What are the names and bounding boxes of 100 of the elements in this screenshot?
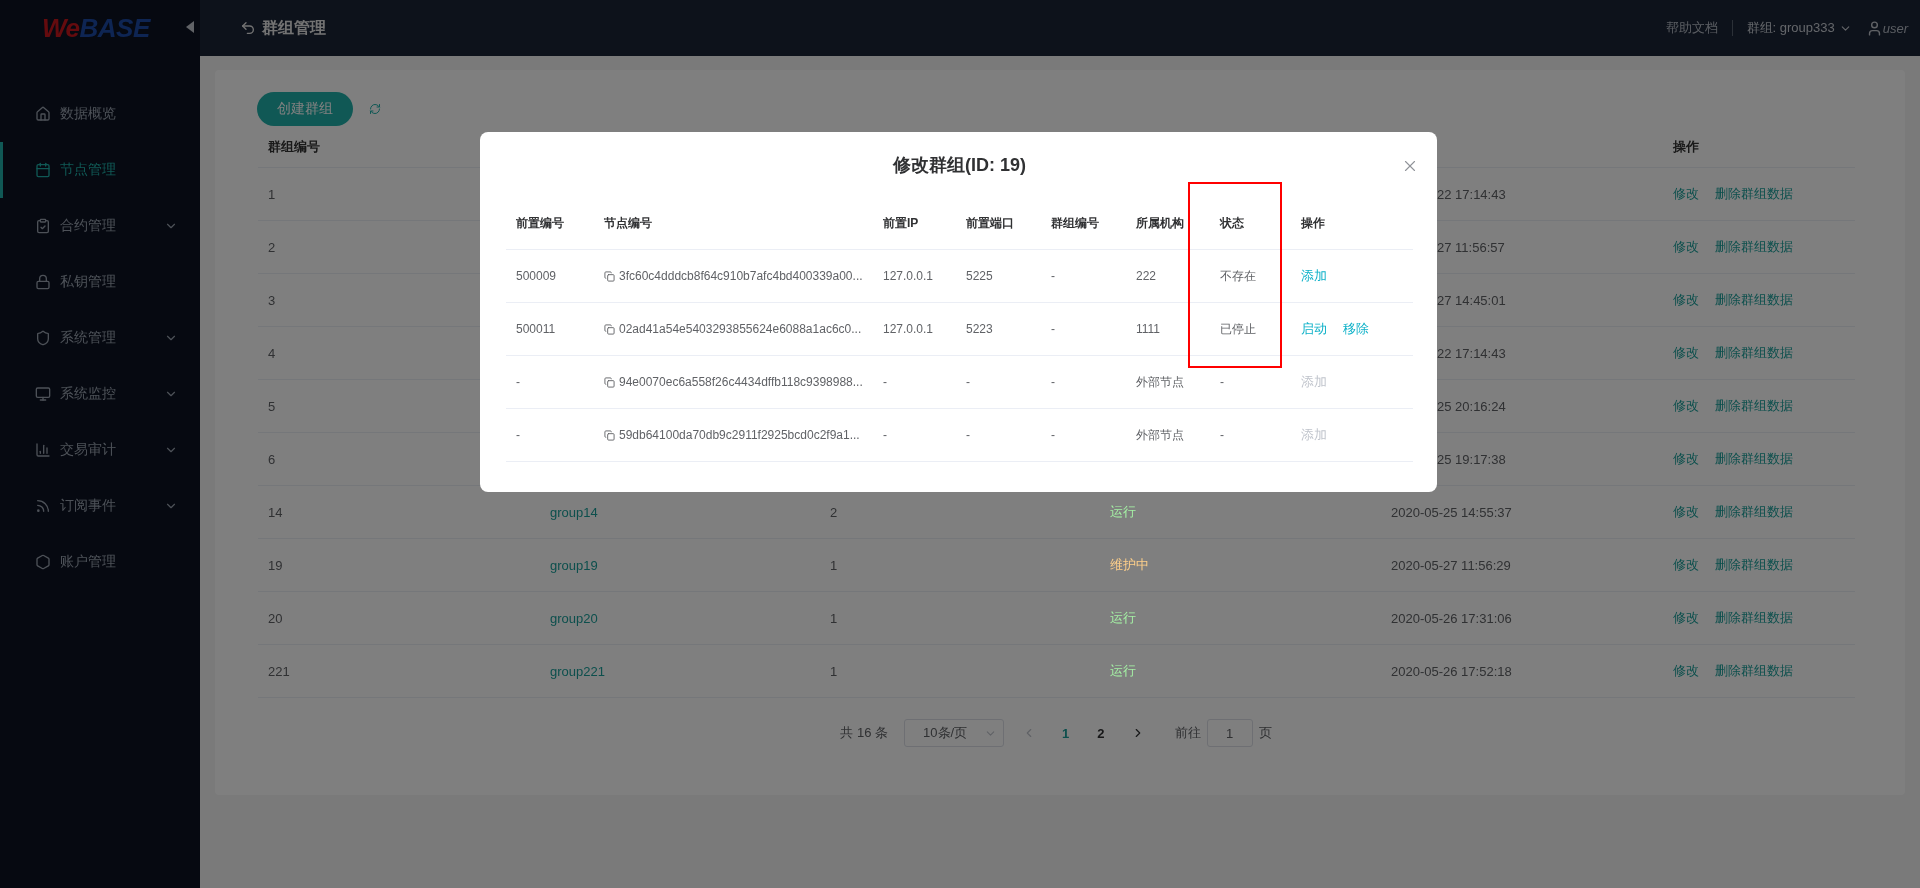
action-link[interactable]: 删除群组数据 [1715, 609, 1793, 627]
table-cell: - [1041, 303, 1126, 356]
action-link[interactable]: 修改 [1673, 238, 1699, 256]
hexagon-icon [35, 554, 51, 570]
help-link[interactable]: 帮助文档 [1665, 19, 1718, 37]
table-cell: 221 [258, 645, 540, 698]
column-header: 前置编号 [506, 198, 594, 250]
action-link[interactable]: 删除群组数据 [1715, 238, 1793, 256]
table-cell: 外部节点 [1126, 356, 1210, 409]
sidebar-item[interactable]: 节点管理 [0, 142, 200, 198]
group-selector[interactable]: 群组: group333 [1746, 19, 1852, 37]
sidebar-item[interactable]: 订阅事件 [0, 478, 200, 534]
action-link[interactable]: 添加 [1301, 267, 1327, 285]
page-size-select[interactable]: 10条/页 [904, 719, 1005, 747]
column-header: 前置端口 [956, 198, 1041, 250]
action-link[interactable]: 修改 [1673, 556, 1699, 574]
table-cell: - [956, 409, 1041, 462]
table-cell: 5223 [956, 303, 1041, 356]
table-cell: - [506, 409, 594, 462]
calendar-icon [35, 162, 51, 178]
sidebar-item[interactable]: 系统管理 [0, 310, 200, 366]
action-link[interactable]: 修改 [1673, 397, 1699, 415]
refresh-icon[interactable] [369, 103, 381, 115]
action-link[interactable]: 修改 [1673, 503, 1699, 521]
action-link[interactable]: 删除群组数据 [1715, 185, 1793, 203]
home-icon [35, 106, 51, 122]
status-text: 运行 [1110, 662, 1136, 680]
monitor-icon [35, 386, 51, 402]
table-cell: - [1041, 409, 1126, 462]
table-cell: 1 [830, 663, 838, 679]
sidebar-item[interactable]: 交易审计 [0, 422, 200, 478]
column-header: 节点编号 [594, 198, 873, 250]
create-group-button[interactable]: 创建群组 [257, 92, 353, 126]
group-link[interactable]: group221 [550, 663, 605, 679]
status-text: 运行 [1110, 503, 1136, 521]
bar-chart-icon [35, 442, 51, 458]
table-cell: - [956, 356, 1041, 409]
table-cell: 2020-05-26 17:52:18 [1391, 663, 1512, 679]
action-link[interactable]: 删除群组数据 [1715, 662, 1793, 680]
group-link[interactable]: group14 [550, 504, 598, 520]
total-count: 共 16 条 [840, 724, 889, 742]
table-cell: 27 11:56:57 [1437, 239, 1505, 255]
status-text: 维护中 [1110, 556, 1149, 574]
sidebar-item[interactable]: 系统监控 [0, 366, 200, 422]
rss-icon [35, 498, 51, 514]
sidebar-item[interactable]: 账户管理 [0, 534, 200, 590]
column-header: 所属机构 [1126, 198, 1210, 250]
page-number[interactable]: 2 [1089, 725, 1113, 741]
copy-icon[interactable] [604, 429, 615, 441]
page-number[interactable]: 1 [1054, 725, 1078, 741]
action-link[interactable]: 启动 [1301, 320, 1327, 338]
sidebar-item[interactable]: 数据概览 [0, 86, 200, 142]
table-cell: - [873, 356, 956, 409]
table-cell: - [1210, 356, 1291, 409]
column-header: 状态 [1210, 198, 1291, 250]
table-cell: 1 [830, 557, 838, 573]
sidebar-item[interactable]: 私钥管理 [0, 254, 200, 310]
goto-label: 前往 [1174, 724, 1201, 742]
clipboard-icon [35, 218, 51, 234]
table-cell: 22 17:14:43 [1437, 186, 1506, 202]
action-link[interactable]: 删除群组数据 [1715, 556, 1793, 574]
table-cell: 不存在 [1210, 250, 1291, 303]
table-cell: 外部节点 [1126, 409, 1210, 462]
table-cell: 2020-05-25 14:55:37 [1391, 504, 1512, 520]
user-name[interactable]: user [1882, 20, 1908, 36]
group-link[interactable]: group19 [550, 557, 598, 573]
copy-icon[interactable] [604, 270, 615, 282]
action-link[interactable]: 修改 [1673, 185, 1699, 203]
table-cell: - [873, 409, 956, 462]
page-title: 群组管理 [262, 17, 326, 38]
goto-page-field[interactable]: 1 [1206, 719, 1253, 747]
action-link[interactable]: 删除群组数据 [1715, 503, 1793, 521]
dialog-title: 修改群组(ID: 19) [891, 154, 1027, 177]
copy-icon[interactable] [604, 323, 615, 335]
action-link[interactable]: 删除群组数据 [1715, 344, 1793, 362]
table-cell: 20 [258, 592, 540, 645]
logo: WeBASE [42, 12, 150, 44]
table-cell: 500011 [506, 303, 594, 356]
page-suffix: 页 [1258, 724, 1272, 742]
copy-icon[interactable] [604, 376, 615, 388]
back-icon[interactable] [240, 20, 256, 36]
action-link[interactable]: 修改 [1673, 344, 1699, 362]
group-link[interactable]: group20 [550, 610, 598, 626]
node-id: 59db64100da70db9c2911f2925bcd0c2f9a1... [619, 428, 860, 442]
table-cell: 127.0.0.1 [873, 303, 956, 356]
node-id: 02ad41a54e5403293855624e6088a1ac6c0... [619, 322, 862, 336]
table-cell: 25 20:16:24 [1437, 398, 1506, 414]
table-cell: - [1041, 250, 1126, 303]
action-link[interactable]: 修改 [1673, 609, 1699, 627]
table-cell: - [1210, 409, 1291, 462]
action-link[interactable]: 删除群组数据 [1715, 450, 1793, 468]
table-cell: 2020-05-26 17:31:06 [1391, 610, 1512, 626]
action-link[interactable]: 删除群组数据 [1715, 397, 1793, 415]
action-link[interactable]: 删除群组数据 [1715, 291, 1793, 309]
action-link[interactable]: 修改 [1673, 450, 1699, 468]
sidebar-item[interactable]: 合约管理 [0, 198, 200, 254]
action-link[interactable]: 移除 [1343, 320, 1369, 338]
action-link[interactable]: 修改 [1673, 662, 1699, 680]
node-id: 94e0070ec6a558f26c4434dffb118c9398988... [619, 375, 863, 389]
action-link[interactable]: 修改 [1673, 291, 1699, 309]
